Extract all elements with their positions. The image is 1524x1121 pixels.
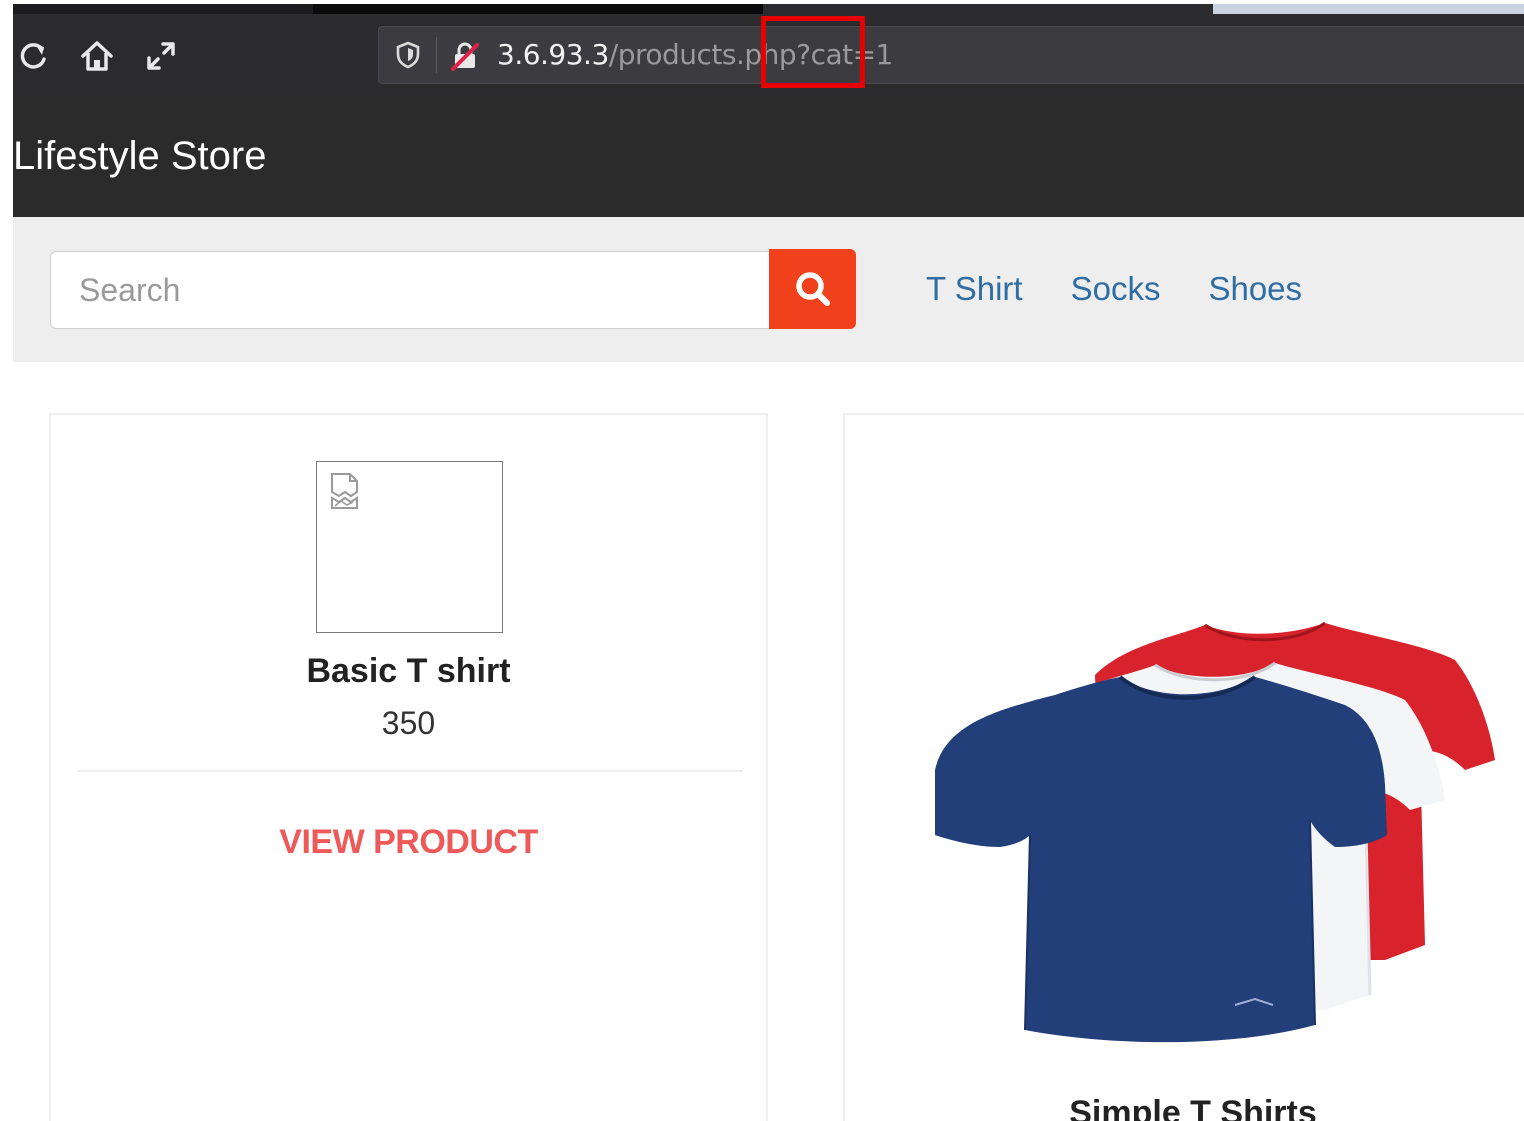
reload-icon[interactable] bbox=[15, 38, 51, 74]
nav-link-shoes[interactable]: Shoes bbox=[1208, 267, 1302, 311]
nav-link-socks[interactable]: Socks bbox=[1071, 267, 1161, 311]
product-name[interactable]: Basic T shirt bbox=[51, 649, 766, 693]
product-card: Basic T shirt 350 VIEW PRODUCT bbox=[49, 413, 768, 1121]
browser-tab-active[interactable] bbox=[313, 4, 763, 14]
nav-link-t-shirt[interactable]: T Shirt bbox=[926, 267, 1023, 311]
product-image[interactable] bbox=[905, 585, 1495, 1060]
card-divider bbox=[78, 770, 743, 772]
tab-strip bbox=[0, 0, 1524, 14]
home-icon[interactable] bbox=[79, 38, 115, 74]
browser-tab[interactable] bbox=[1213, 4, 1524, 14]
search-button[interactable] bbox=[769, 249, 856, 329]
browser-tab[interactable] bbox=[13, 4, 313, 14]
site-header: Lifestyle Store bbox=[13, 96, 1524, 217]
view-product-button[interactable]: VIEW PRODUCT bbox=[51, 820, 766, 864]
product-price: 350 bbox=[381, 705, 436, 741]
address-bar-separator bbox=[436, 37, 437, 73]
insecure-lock-icon[interactable] bbox=[449, 40, 481, 72]
product-card: Simple T Shirts bbox=[843, 413, 1524, 1121]
search-icon bbox=[795, 272, 830, 306]
url-host: 3.6.93.3 bbox=[497, 38, 609, 71]
broken-image-icon bbox=[331, 473, 358, 509]
address-bar[interactable]: 3.6.93.3/products.php?cat=1 bbox=[378, 26, 1524, 84]
product-name[interactable]: Simple T Shirts bbox=[845, 1091, 1524, 1121]
search-input[interactable] bbox=[50, 251, 770, 329]
expand-icon[interactable] bbox=[143, 38, 179, 74]
annotation-highlight-box bbox=[761, 16, 865, 88]
search-bar-section: T Shirt Socks Shoes bbox=[13, 217, 1524, 362]
category-nav: T Shirt Socks Shoes bbox=[926, 267, 1302, 311]
product-image[interactable] bbox=[316, 461, 503, 633]
site-brand[interactable]: Lifestyle Store bbox=[13, 132, 266, 180]
browser-tab[interactable] bbox=[763, 4, 1213, 14]
shield-icon[interactable] bbox=[393, 40, 423, 70]
